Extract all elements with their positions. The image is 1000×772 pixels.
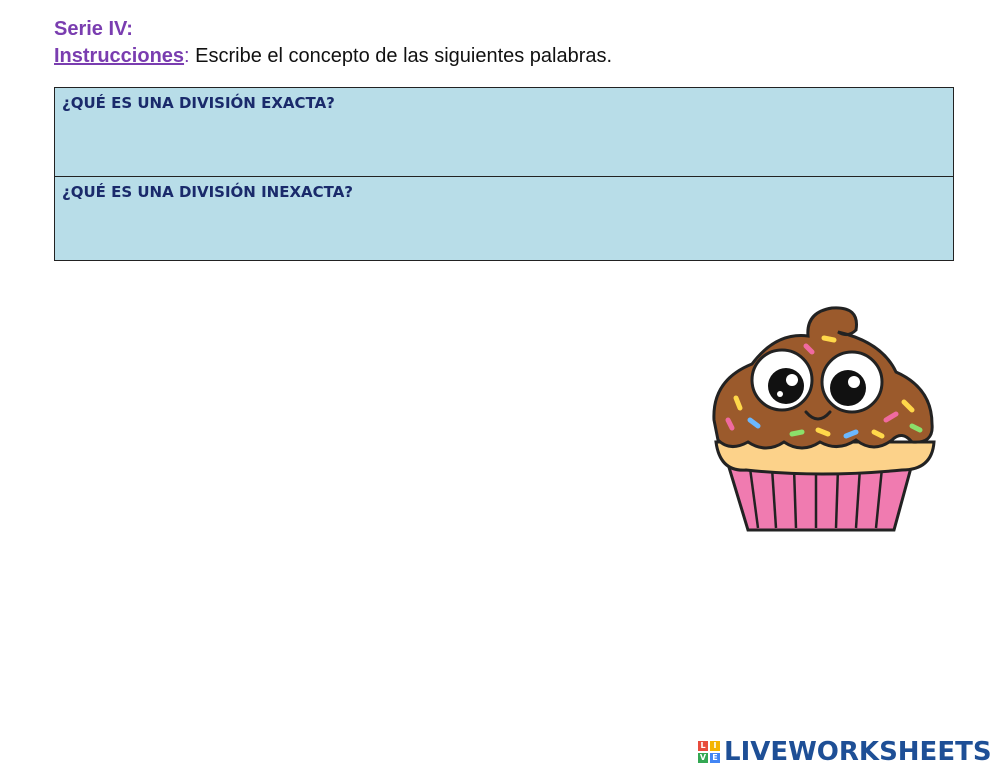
instructions: Instrucciones: Escribe el concepto de la… <box>54 45 612 68</box>
logo-block-v: V <box>698 753 708 763</box>
liveworksheets-logo: L I V E LIVEWORKSHEETS <box>698 737 992 767</box>
logo-block-l: L <box>698 741 708 751</box>
answer-field-inexact[interactable] <box>61 207 947 254</box>
logo-block-i: I <box>710 741 720 751</box>
instructions-label: Instrucciones <box>54 45 185 67</box>
question-row-inexact: ¿QUÉ ES UNA DIVISIÓN INEXACTA? <box>55 176 953 260</box>
answer-field-exact[interactable] <box>61 118 947 170</box>
instructions-text: Escribe el concepto de las siguientes pa… <box>189 45 613 67</box>
logo-blocks-icon: L I V E <box>698 741 720 763</box>
question-label-inexact: ¿QUÉ ES UNA DIVISIÓN INEXACTA? <box>62 183 354 201</box>
questions-table: ¿QUÉ ES UNA DIVISIÓN EXACTA? ¿QUÉ ES UNA… <box>54 87 954 261</box>
logo-text: LIVEWORKSHEETS <box>724 737 992 767</box>
series-title: Serie IV: <box>54 18 133 40</box>
logo-block-e: E <box>710 753 720 763</box>
cupcake-illustration <box>712 306 936 532</box>
question-row-exact: ¿QUÉ ES UNA DIVISIÓN EXACTA? <box>55 88 953 176</box>
question-label-exact: ¿QUÉ ES UNA DIVISIÓN EXACTA? <box>62 94 335 112</box>
